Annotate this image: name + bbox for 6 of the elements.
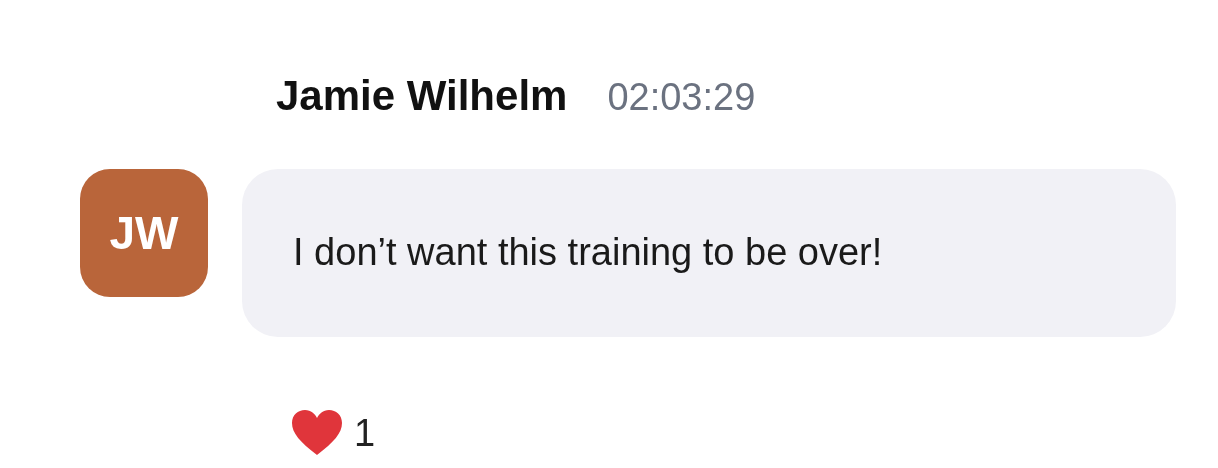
heart-icon [290, 409, 344, 458]
avatar: JW [80, 168, 208, 297]
reaction-count: 1 [354, 411, 376, 455]
message-text: I don’t want this training to be over! [293, 231, 883, 275]
timestamp: 02:03:29 [607, 76, 756, 119]
author-name: Jamie Wilhelm [276, 72, 568, 120]
